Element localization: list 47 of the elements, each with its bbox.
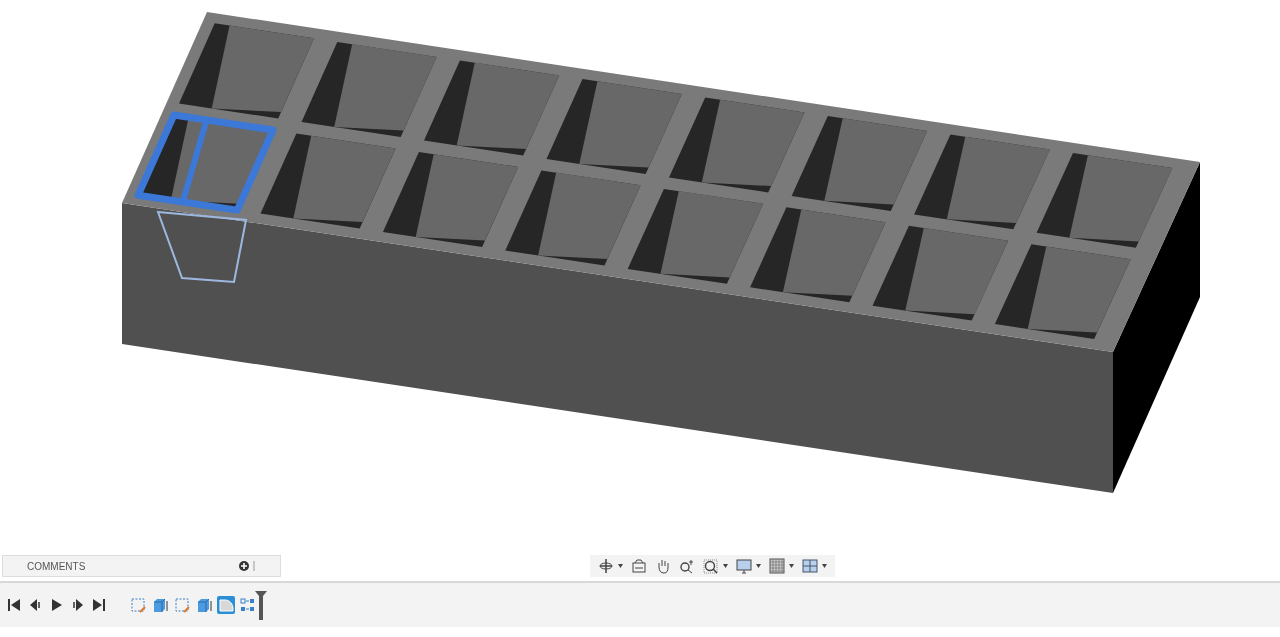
comments-title: COMMENTS <box>27 559 86 574</box>
add-icon[interactable] <box>239 561 249 571</box>
skip-to-end-button[interactable] <box>92 598 105 612</box>
pattern-icon <box>240 597 256 613</box>
display-settings-button[interactable] <box>736 558 761 574</box>
extrude-icon <box>196 597 212 613</box>
zoom-button[interactable] <box>679 558 695 574</box>
caret-icon <box>618 564 623 568</box>
timeline-feature[interactable] <box>129 596 147 614</box>
look-at-icon <box>631 558 647 574</box>
timeline-feature[interactable] <box>195 596 213 614</box>
orbit-icon <box>598 558 614 574</box>
zoom-window-button[interactable] <box>703 558 728 574</box>
timeline-feature[interactable] <box>173 596 191 614</box>
step-back-icon <box>29 598 42 612</box>
grid-icon <box>769 558 785 574</box>
pan-button[interactable] <box>655 558 671 574</box>
display-settings-icon <box>736 558 752 574</box>
timeline-feature[interactable] <box>217 596 235 614</box>
play-icon <box>50 598 63 612</box>
zoom-window-icon <box>703 558 719 574</box>
timeline-feature[interactable] <box>151 596 169 614</box>
step-forward-button[interactable] <box>71 598 84 612</box>
timeline-marker-icon[interactable] <box>255 590 267 620</box>
caret-icon <box>789 564 794 568</box>
caret-icon <box>756 564 761 568</box>
viewports-button[interactable] <box>802 558 827 574</box>
pan-icon <box>655 558 671 574</box>
caret-icon <box>822 564 827 568</box>
skip-to-end-icon <box>92 598 105 612</box>
panel-handle-icon[interactable] <box>253 561 256 571</box>
skip-to-start-button[interactable] <box>8 598 21 612</box>
viewports-icon <box>802 558 818 574</box>
sketch-icon <box>130 597 146 613</box>
extrude-icon <box>152 597 168 613</box>
play-button[interactable] <box>50 598 63 612</box>
caret-icon <box>723 564 728 568</box>
zoom-icon <box>679 558 695 574</box>
skip-to-start-icon <box>8 598 21 612</box>
grid-button[interactable] <box>769 558 794 574</box>
step-forward-icon <box>71 598 84 612</box>
sketch-icon <box>174 597 190 613</box>
look-at-button[interactable] <box>631 558 647 574</box>
fillet-icon <box>218 597 234 613</box>
step-back-button[interactable] <box>29 598 42 612</box>
timeline-feature[interactable] <box>239 596 257 614</box>
orbit-button[interactable] <box>598 558 623 574</box>
